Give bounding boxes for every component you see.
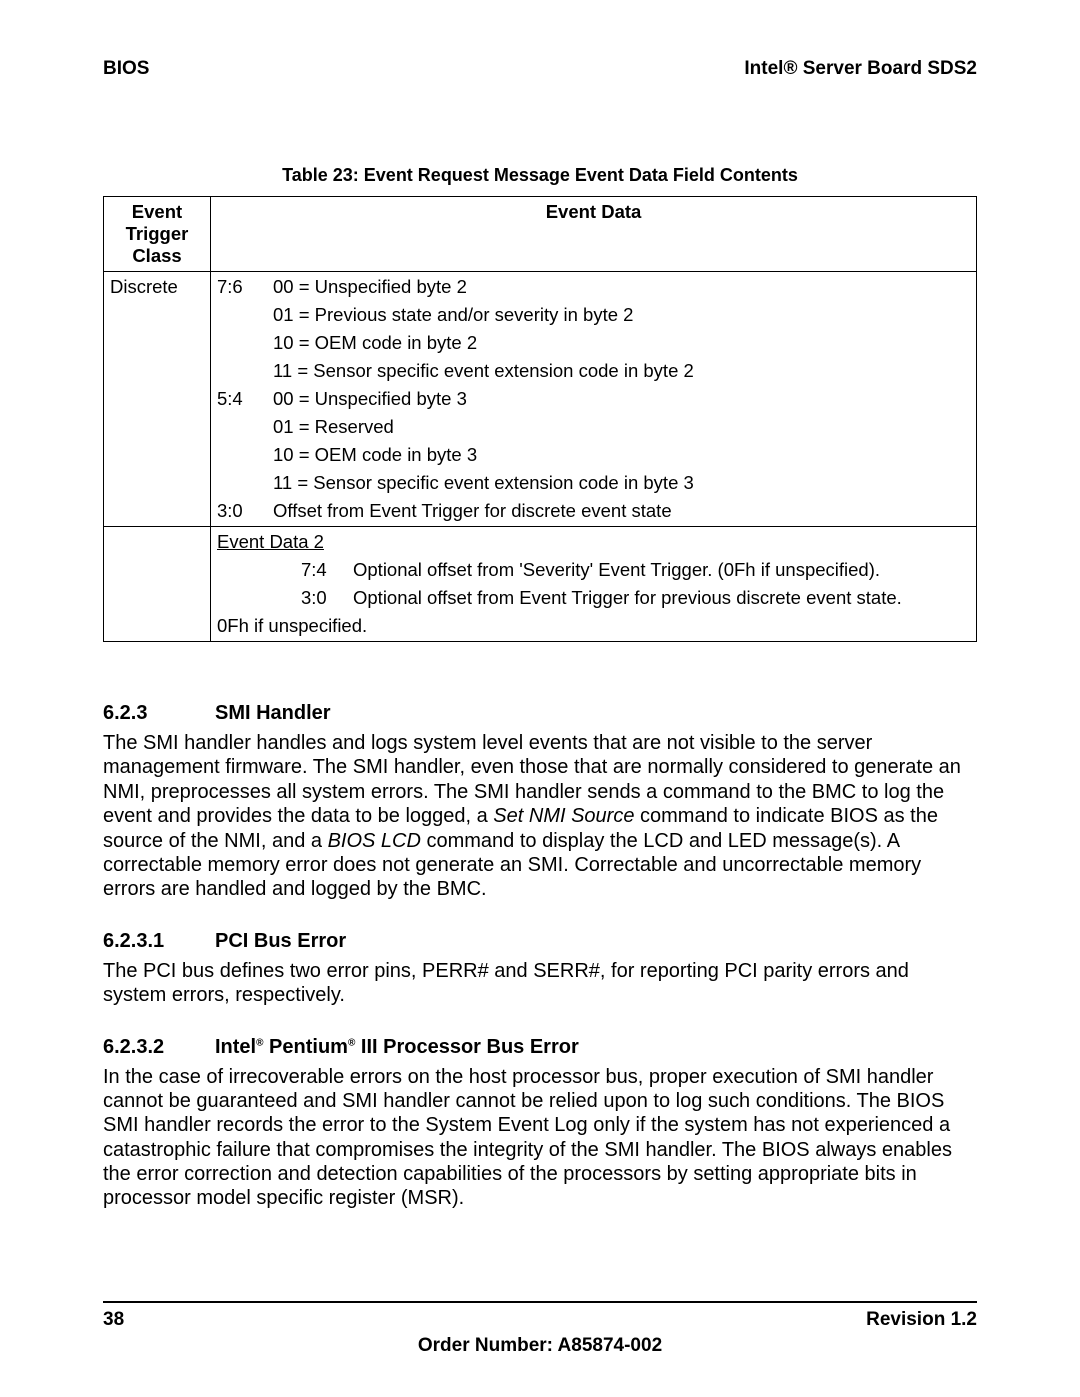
section-number: 6.2.3	[103, 702, 215, 725]
page-footer: 38 Revision 1.2 Order Number: A85874-002	[103, 1301, 977, 1357]
bits-label: 3:0	[301, 587, 353, 609]
td-trigger-class: Discrete	[104, 272, 211, 527]
section-title: SMI Handler	[215, 702, 331, 725]
bit-desc: 10 = OEM code in byte 2	[273, 332, 970, 354]
bit-desc: 00 = Unspecified byte 2	[273, 276, 970, 298]
bit-desc: Optional offset from 'Severity' Event Tr…	[353, 559, 970, 581]
section-title: PCI Bus Error	[215, 930, 346, 953]
th-event-data: Event Data	[211, 197, 977, 272]
footer-rule	[103, 1301, 977, 1303]
section-title: Intel® Pentium® III Processor Bus Error	[215, 1036, 579, 1059]
section-heading-623: 6.2.3 SMI Handler	[103, 702, 977, 725]
page: BIOS Intel® Server Board SDS2 Table 23: …	[0, 0, 1080, 1397]
bit-desc: 11 = Sensor specific event extension cod…	[273, 360, 970, 382]
section-body: The SMI handler handles and logs system …	[103, 731, 977, 902]
event-data-2-title: Event Data 2	[217, 531, 970, 553]
bit-desc: Offset from Event Trigger for discrete e…	[273, 500, 970, 522]
bit-desc: 00 = Unspecified byte 3	[273, 388, 970, 410]
bit-desc: Optional offset from Event Trigger for p…	[353, 587, 970, 609]
page-number: 38	[103, 1309, 124, 1331]
page-header: BIOS Intel® Server Board SDS2	[103, 58, 977, 80]
td-event-data-1: 7:600 = Unspecified byte 2 01 = Previous…	[211, 272, 977, 527]
revision-label: Revision 1.2	[866, 1309, 977, 1331]
event-data-table: Event Trigger Class Event Data Discrete …	[103, 196, 977, 642]
section-number: 6.2.3.2	[103, 1036, 215, 1059]
th-trigger-class: Event Trigger Class	[104, 197, 211, 272]
bit-desc: 10 = OEM code in byte 3	[273, 444, 970, 466]
td-empty	[104, 527, 211, 642]
order-number: Order Number: A85874-002	[103, 1335, 977, 1357]
table-caption: Table 23: Event Request Message Event Da…	[103, 165, 977, 186]
bit-desc: 01 = Previous state and/or severity in b…	[273, 304, 970, 326]
header-right: Intel® Server Board SDS2	[744, 58, 977, 80]
section-number: 6.2.3.1	[103, 930, 215, 953]
bit-desc: 11 = Sensor specific event extension cod…	[273, 472, 970, 494]
bits-label: 3:0	[217, 500, 273, 522]
header-left: BIOS	[103, 58, 149, 80]
section-body: The PCI bus defines two error pins, PERR…	[103, 959, 977, 1008]
bits-label: 7:4	[301, 559, 353, 581]
section-body: In the case of irrecoverable errors on t…	[103, 1065, 977, 1211]
section-heading-6231: 6.2.3.1 PCI Bus Error	[103, 930, 977, 953]
td-event-data-2: Event Data 2 7:4Optional offset from 'Se…	[211, 527, 977, 642]
bit-desc: 0Fh if unspecified.	[217, 615, 970, 637]
bit-desc: 01 = Reserved	[273, 416, 970, 438]
section-heading-6232: 6.2.3.2 Intel® Pentium® III Processor Bu…	[103, 1036, 977, 1059]
bits-label: 5:4	[217, 388, 273, 410]
bits-label: 7:6	[217, 276, 273, 298]
